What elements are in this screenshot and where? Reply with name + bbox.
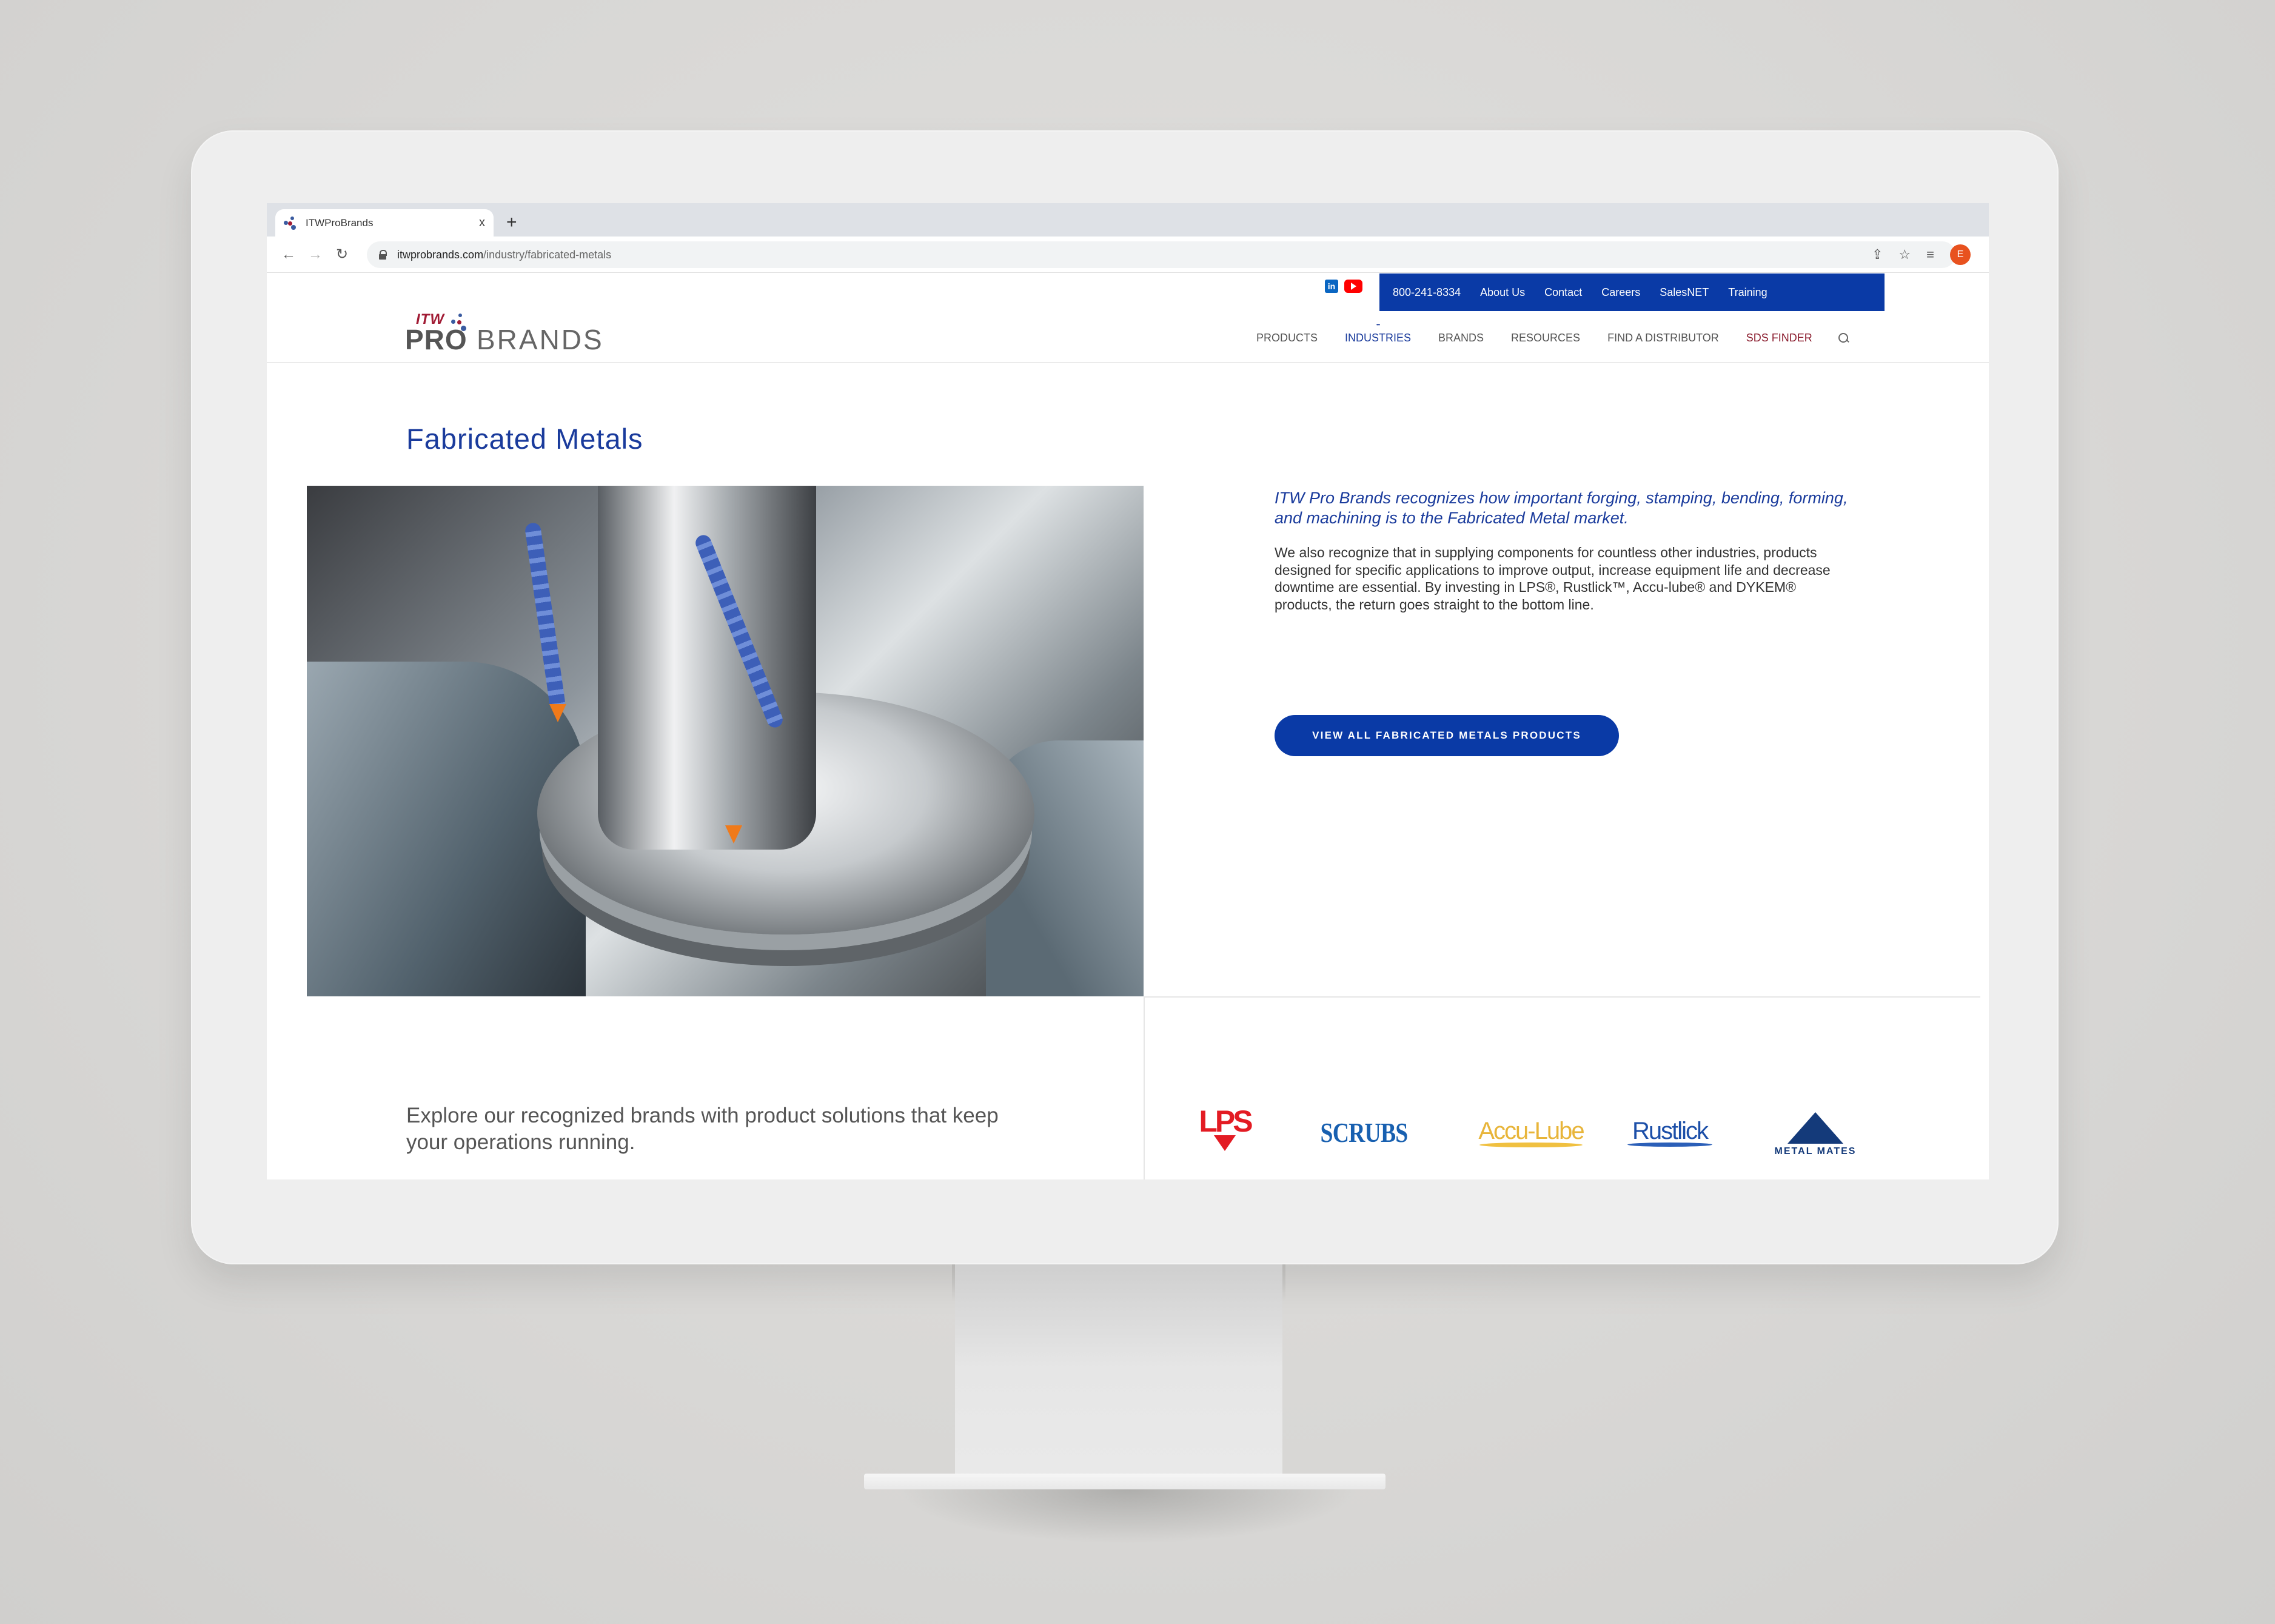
- utility-link-contact[interactable]: Contact: [1544, 286, 1582, 299]
- new-tab-button[interactable]: +: [506, 210, 517, 235]
- lps-arrow-icon: [1214, 1135, 1236, 1151]
- section-divider-horizontal: [1144, 996, 1980, 998]
- nav-products[interactable]: PRODUCTS: [1256, 332, 1318, 344]
- metal-mates-wordmark: METAL MATES: [1774, 1146, 1857, 1156]
- rustlick-wordmark: Rustlick: [1632, 1118, 1709, 1144]
- address-bar[interactable]: itwprobrands.com /industry/fabricated-me…: [367, 241, 1955, 268]
- explore-brands-text: Explore our recognized brands with produ…: [406, 1104, 999, 1154]
- web-page: in 800-241-8334 About Us Contact Careers…: [267, 273, 1989, 1179]
- search-icon[interactable]: [1838, 332, 1849, 344]
- tab-strip: ITWProBrands x +: [267, 203, 1989, 237]
- accu-lube-wave-icon: [1479, 1142, 1583, 1147]
- reload-icon[interactable]: ↻: [329, 246, 355, 263]
- close-tab-icon[interactable]: x: [479, 216, 485, 230]
- stand-shadow: [897, 1489, 1358, 1544]
- itw-pro-brands-logo[interactable]: ITW PRO BRANDS: [405, 311, 611, 355]
- image-nozzle: [725, 825, 742, 844]
- scrubs-wordmark: SCRUBS: [1320, 1116, 1409, 1148]
- browser-tab[interactable]: ITWProBrands x: [275, 209, 494, 237]
- monitor-stand-base: [864, 1474, 1385, 1489]
- monitor-stand-neck: [955, 1264, 1282, 1486]
- rustlick-wave-icon: [1627, 1143, 1712, 1147]
- back-arrow-icon[interactable]: ←: [275, 246, 302, 263]
- utility-link-about-us[interactable]: About Us: [1480, 286, 1525, 299]
- brand-logo-scrubs[interactable]: SCRUBS: [1321, 1115, 1409, 1149]
- page-title: Fabricated Metals: [406, 423, 643, 455]
- reading-list-icon[interactable]: ≡: [1926, 247, 1934, 263]
- nav-resources[interactable]: RESOURCES: [1511, 332, 1580, 344]
- nav-sds-finder[interactable]: SDS FINDER: [1746, 332, 1812, 344]
- itw-favicon-icon: [284, 216, 297, 230]
- logo-dot: [458, 314, 462, 317]
- social-links: in: [1325, 280, 1362, 293]
- lock-icon: [379, 250, 387, 260]
- logo-pro: PRO: [405, 324, 467, 355]
- brand-logo-metal-mates[interactable]: METAL MATES: [1767, 1110, 1864, 1159]
- image-nozzle: [549, 704, 566, 722]
- url-path: /industry/fabricated-metals: [483, 248, 612, 261]
- body-text: We also recognize that in supplying comp…: [1275, 545, 1831, 612]
- bookmark-star-icon[interactable]: ☆: [1898, 247, 1911, 263]
- brand-logo-rustlick[interactable]: Rustlick: [1621, 1114, 1718, 1150]
- browser-window: ITWProBrands x + ← → ↻ itwprobrands.com …: [267, 203, 1989, 1179]
- forward-arrow-icon[interactable]: →: [302, 246, 329, 263]
- brand-logo-accu-lube[interactable]: Accu-Lube: [1473, 1114, 1589, 1150]
- view-all-products-button[interactable]: VIEW ALL FABRICATED METALS PRODUCTS: [1275, 715, 1619, 756]
- utility-link-training[interactable]: Training: [1728, 286, 1767, 299]
- logo-brands: BRANDS: [477, 324, 604, 355]
- intro-text: ITW Pro Brands recognizes how important …: [1275, 489, 1848, 527]
- brand-logo-lps[interactable]: LPS: [1194, 1103, 1255, 1155]
- youtube-icon[interactable]: [1344, 280, 1362, 293]
- lps-wordmark: LPS: [1199, 1104, 1253, 1138]
- header-divider: [267, 362, 1989, 363]
- url-host: itwprobrands.com: [397, 248, 484, 261]
- utility-link-salesnet[interactable]: SalesNET: [1660, 286, 1709, 299]
- brand-logos: LPS SCRUBS Accu-Lube Rustlick METAL MATE…: [1194, 1103, 1874, 1170]
- profile-avatar[interactable]: E: [1950, 244, 1971, 265]
- nav-industries[interactable]: INDUSTRIES: [1345, 332, 1411, 344]
- cnc-gear-milling-image: [307, 486, 1144, 996]
- browser-toolbar: ← → ↻ itwprobrands.com /industry/fabrica…: [267, 237, 1989, 273]
- tab-title: ITWProBrands: [306, 216, 374, 229]
- nav-find-a-distributor[interactable]: FIND A DISTRIBUTOR: [1607, 332, 1719, 344]
- utility-nav: 800-241-8334 About Us Contact Careers Sa…: [1379, 273, 1885, 311]
- nav-brands[interactable]: BRANDS: [1438, 332, 1484, 344]
- main-nav: PRODUCTS INDUSTRIES BRANDS RESOURCES FIN…: [1256, 332, 1849, 344]
- phone-link[interactable]: 800-241-8334: [1393, 286, 1461, 299]
- utility-link-careers[interactable]: Careers: [1601, 286, 1640, 299]
- accu-lube-wordmark: Accu-Lube: [1478, 1117, 1584, 1144]
- share-icon[interactable]: ⇪: [1872, 247, 1883, 263]
- metal-mates-mountain-icon: [1788, 1112, 1843, 1144]
- linkedin-icon[interactable]: in: [1325, 280, 1338, 293]
- section-divider-vertical: [1144, 996, 1145, 1179]
